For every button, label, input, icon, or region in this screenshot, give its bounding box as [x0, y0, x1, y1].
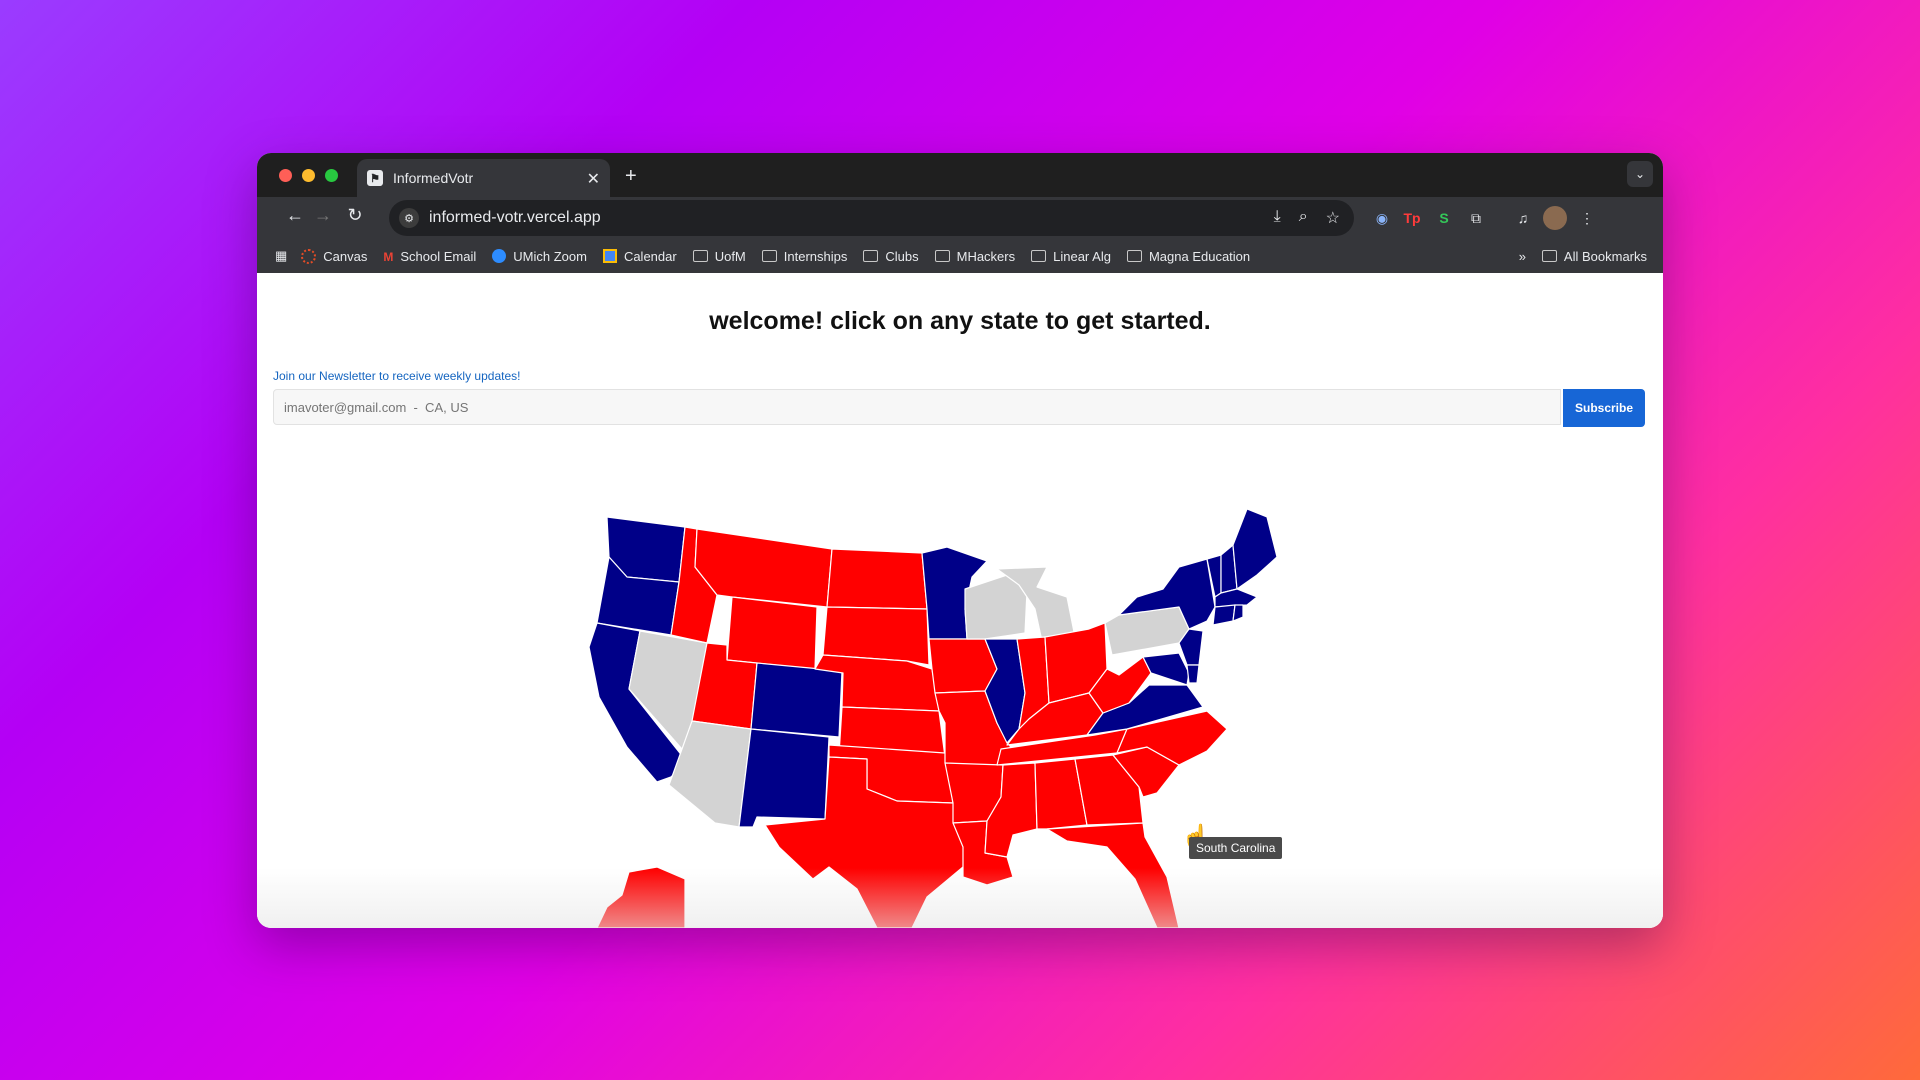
folder-icon — [863, 250, 879, 262]
state-colorado[interactable] — [750, 662, 843, 738]
canvas-icon — [301, 248, 317, 264]
bookmark-folder-clubs[interactable]: Clubs — [863, 248, 919, 264]
address-bar[interactable]: ⚙ informed-votr.vercel.app ⤓ ⌕ ☆ — [389, 200, 1354, 236]
newsletter-email-input[interactable] — [273, 389, 1561, 425]
state-iowa[interactable] — [928, 638, 998, 694]
bottom-fade — [257, 868, 1663, 928]
folder-icon — [1541, 250, 1557, 262]
bookmarks-bar: ▦ Canvas M School Email UMich Zoom Calen… — [257, 239, 1663, 273]
folder-icon — [934, 250, 950, 262]
state-delaware[interactable] — [1186, 664, 1200, 684]
state-connecticut[interactable] — [1212, 604, 1236, 626]
browser-toolbar: ← → ↻ ⚙ informed-votr.vercel.app ⤓ ⌕ ☆ ◉… — [257, 197, 1663, 239]
zoom-icon[interactable]: ⌕ — [1299, 208, 1308, 228]
bookmark-folder-linear-alg[interactable]: Linear Alg — [1031, 249, 1111, 264]
bookmark-label: Canvas — [323, 248, 368, 264]
new-tab-icon[interactable]: + — [625, 165, 637, 188]
profile-avatar[interactable] — [1543, 206, 1567, 230]
state-wyoming[interactable] — [726, 596, 818, 670]
bookmark-label: Clubs — [885, 248, 919, 264]
bookmark-folder-uofm[interactable]: UofM — [692, 248, 746, 264]
folder-icon — [761, 250, 777, 262]
url-text: informed-votr.vercel.app — [429, 209, 601, 226]
all-bookmarks-label: All Bookmarks — [1563, 248, 1647, 264]
newsletter-label: Join our Newsletter to receive weekly up… — [273, 369, 521, 383]
bookmark-label: MHackers — [956, 248, 1016, 264]
bookmark-folder-internships[interactable]: Internships — [761, 248, 848, 264]
extension-circle-icon[interactable]: ◉ — [1370, 206, 1394, 230]
extension-sp-icon[interactable]: S — [1432, 206, 1456, 230]
media-controls-icon[interactable]: ♫ — [1511, 206, 1535, 230]
tab-search-icon[interactable]: ⌄ — [1627, 161, 1653, 187]
bookmark-label: Calendar — [623, 248, 677, 264]
bookmark-star-icon[interactable]: ☆ — [1326, 208, 1340, 228]
state-maine[interactable] — [1232, 508, 1278, 590]
more-bookmarks-icon[interactable]: » — [1519, 249, 1526, 264]
browser-window: ⚑ InformedVotr ✕ + ⌄ ← → ↻ ⚙ informed-vo… — [257, 153, 1663, 928]
site-favicon-icon: ⚑ — [367, 170, 383, 186]
apps-grid-icon[interactable]: ▦ — [275, 248, 287, 264]
bookmark-umich-zoom[interactable]: UMich Zoom — [492, 249, 587, 264]
bookmark-label: UMich Zoom — [513, 248, 587, 264]
zoom-icon — [492, 249, 507, 263]
calendar-icon — [602, 249, 617, 263]
extension-tp-icon[interactable]: Tp — [1400, 206, 1424, 230]
bookmark-label: UofM — [714, 248, 746, 264]
bookmark-label: Internships — [783, 248, 848, 264]
state-north-dakota[interactable] — [826, 548, 928, 610]
omnibox-actions: ⤓ ⌕ ☆ — [1274, 208, 1340, 228]
bookmark-label: School Email — [400, 248, 477, 264]
gmail-icon: M — [383, 250, 394, 264]
all-bookmarks[interactable]: All Bookmarks — [1541, 248, 1647, 264]
active-tab[interactable]: ⚑ InformedVotr ✕ — [357, 159, 610, 197]
bookmark-school-email[interactable]: M School Email — [383, 248, 477, 265]
browser-menu-icon[interactable]: ⋮ — [1575, 206, 1599, 230]
bookmark-folder-magna-education[interactable]: Magna Education — [1126, 248, 1251, 264]
bookmark-canvas[interactable]: Canvas — [301, 248, 368, 264]
close-window-button[interactable] — [279, 169, 292, 182]
folder-icon — [692, 250, 708, 262]
close-tab-icon[interactable]: ✕ — [587, 169, 600, 189]
site-settings-icon[interactable]: ⚙ — [399, 208, 419, 228]
state-pennsylvania[interactable] — [1104, 606, 1190, 656]
state-tooltip: South Carolina — [1189, 837, 1283, 859]
page-content: welcome! click on any state to get start… — [257, 273, 1663, 928]
tab-title: InformedVotr — [393, 170, 474, 186]
zoom-window-button[interactable] — [325, 169, 338, 182]
title-bar: ⚑ InformedVotr ✕ + ⌄ — [257, 153, 1663, 197]
folder-icon — [1126, 250, 1142, 262]
page-title: welcome! click on any state to get start… — [709, 307, 1211, 335]
extensions-puzzle-icon[interactable]: ⧉ — [1464, 206, 1488, 230]
reload-icon[interactable]: ↻ — [343, 205, 367, 226]
state-rhode-island[interactable] — [1232, 604, 1244, 622]
state-new-mexico[interactable] — [738, 728, 830, 828]
state-maryland[interactable] — [1142, 652, 1190, 686]
bookmark-calendar[interactable]: Calendar — [602, 248, 677, 264]
subscribe-button[interactable]: Subscribe — [1563, 389, 1645, 427]
bookmark-folder-mhackers[interactable]: MHackers — [934, 248, 1016, 264]
install-app-icon[interactable]: ⤓ — [1274, 208, 1281, 228]
forward-icon[interactable]: → — [311, 205, 335, 226]
window-controls — [279, 169, 338, 182]
us-states-map — [588, 508, 1278, 928]
folder-icon — [1031, 250, 1047, 262]
bookmark-label: Linear Alg — [1053, 248, 1111, 264]
back-icon[interactable]: ← — [283, 205, 307, 226]
minimize-window-button[interactable] — [302, 169, 315, 182]
bookmark-label: Magna Education — [1148, 248, 1251, 264]
